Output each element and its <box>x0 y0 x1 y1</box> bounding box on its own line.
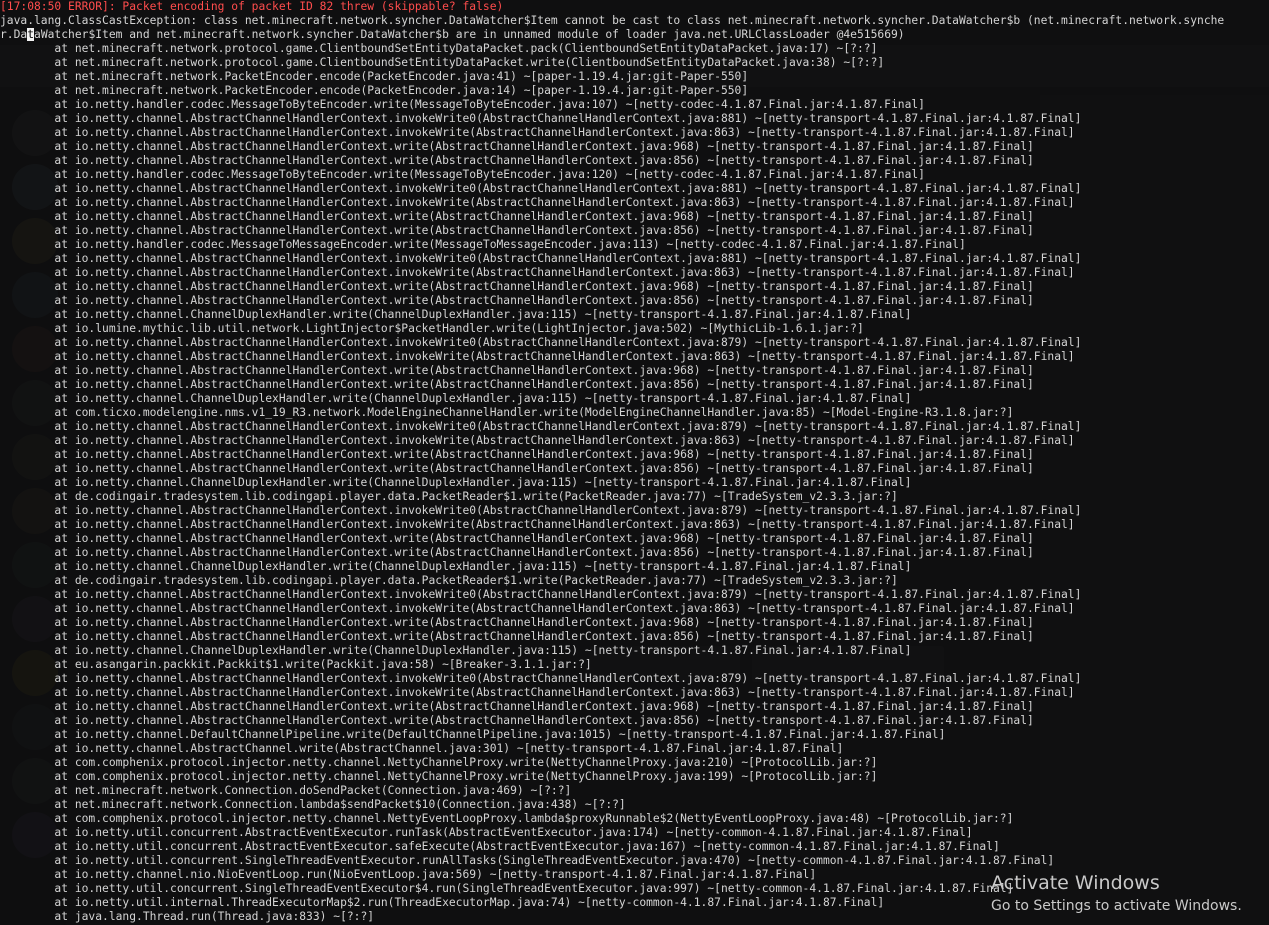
exception-text: r.Da <box>0 28 28 41</box>
stack-frame-line: at io.netty.channel.ChannelDuplexHandler… <box>0 560 912 573</box>
stack-frame-line: at io.netty.channel.nio.NioEventLoop.run… <box>0 868 817 881</box>
stack-frame-line: at io.netty.channel.AbstractChannelHandl… <box>0 294 1034 307</box>
stack-frame-line: at io.netty.channel.AbstractChannelHandl… <box>0 336 1082 349</box>
stack-frame-line: at net.minecraft.network.protocol.game.C… <box>0 42 878 55</box>
stack-frame-line: at io.netty.channel.AbstractChannelHandl… <box>0 602 1075 615</box>
stack-frame-line: at io.netty.channel.AbstractChannelHandl… <box>0 434 1075 447</box>
error-header-line: [17:08:50 ERROR]: Packet encoding of pac… <box>0 0 504 13</box>
text-cursor: t <box>27 28 35 41</box>
stack-frame-line: at io.netty.channel.AbstractChannelHandl… <box>0 700 1034 713</box>
stack-frame-line: at net.minecraft.network.Connection.doSe… <box>0 784 572 797</box>
stack-frame-line: at io.netty.channel.ChannelDuplexHandler… <box>0 308 912 321</box>
stack-frame-line: at io.netty.channel.AbstractChannelHandl… <box>0 140 1034 153</box>
stack-frame-line: at com.comphenix.protocol.injector.netty… <box>0 812 1014 825</box>
stack-frame-line: at io.netty.channel.ChannelDuplexHandler… <box>0 392 912 405</box>
exception-line: java.lang.ClassCastException: class net.… <box>0 14 1225 27</box>
stack-frame-line: at java.lang.Thread.run(Thread.java:833)… <box>0 910 375 923</box>
stack-frame-line: at com.comphenix.protocol.injector.netty… <box>0 756 878 769</box>
stack-frame-line: at io.netty.channel.AbstractChannelHandl… <box>0 350 1075 363</box>
stack-frame-line: at io.netty.channel.AbstractChannelHandl… <box>0 112 1082 125</box>
stack-frame-line: at de.codingair.tradesystem.lib.codingap… <box>0 574 898 587</box>
stack-frame-line: at net.minecraft.network.protocol.game.C… <box>0 56 885 69</box>
stack-frame-line: at io.netty.channel.AbstractChannelHandl… <box>0 252 1082 265</box>
stack-frame-line: at io.netty.channel.AbstractChannelHandl… <box>0 462 1034 475</box>
stack-frame-line: at io.netty.channel.AbstractChannelHandl… <box>0 630 1034 643</box>
stack-frame-line: at io.netty.channel.AbstractChannelHandl… <box>0 378 1034 391</box>
stack-frame-line: at io.netty.channel.AbstractChannelHandl… <box>0 196 1075 209</box>
stack-frame-line: at io.netty.util.internal.ThreadExecutor… <box>0 896 885 909</box>
watermark-title: Activate Windows <box>991 872 1160 894</box>
stack-frame-line: at io.netty.util.concurrent.SingleThread… <box>0 882 1014 895</box>
stack-frame-line: at io.netty.channel.AbstractChannelHandl… <box>0 210 1034 223</box>
watermark-subtitle: Go to Settings to activate Windows. <box>991 898 1242 914</box>
stack-frame-line: at io.lumine.mythic.lib.util.network.Lig… <box>0 322 864 335</box>
stack-frame-line: at io.netty.channel.AbstractChannelHandl… <box>0 686 1075 699</box>
stack-frame-line: at io.netty.channel.AbstractChannelHandl… <box>0 126 1075 139</box>
stack-frame-line: at io.netty.channel.AbstractChannelHandl… <box>0 224 1034 237</box>
stack-frame-line: at io.netty.channel.AbstractChannelHandl… <box>0 588 1082 601</box>
stack-frame-line: at com.comphenix.protocol.injector.netty… <box>0 770 878 783</box>
stack-frame-line: at io.netty.util.concurrent.AbstractEven… <box>0 840 1000 853</box>
stack-frame-line: at io.netty.channel.AbstractChannelHandl… <box>0 532 1034 545</box>
stack-frame-line: at io.netty.channel.AbstractChannelHandl… <box>0 182 1082 195</box>
stack-frame-line: at io.netty.channel.AbstractChannelHandl… <box>0 280 1034 293</box>
stack-frame-line: at io.netty.channel.AbstractChannelHandl… <box>0 518 1075 531</box>
stack-frame-line: at net.minecraft.network.PacketEncoder.e… <box>0 70 749 83</box>
stack-frame-line: at io.netty.handler.codec.MessageToMessa… <box>0 238 966 251</box>
exception-line-continued: r.DataWatcher$Item and net.minecraft.net… <box>0 28 905 42</box>
stack-frame-line: at io.netty.channel.AbstractChannelHandl… <box>0 420 1082 433</box>
stack-frame-line: at io.netty.channel.AbstractChannelHandl… <box>0 546 1034 559</box>
stack-frame-line: at io.netty.channel.AbstractChannelHandl… <box>0 714 1034 727</box>
stack-frame-line: at io.netty.handler.codec.MessageToByteE… <box>0 98 925 111</box>
windows-activation-watermark: Activate Windows Go to Settings to activ… <box>991 872 1242 916</box>
stack-frame-line: at io.netty.channel.AbstractChannelHandl… <box>0 504 1082 517</box>
stack-frame-line: at net.minecraft.network.Connection.lamb… <box>0 798 626 811</box>
exception-text: aWatcher$Item and net.minecraft.network.… <box>34 28 905 41</box>
stack-frame-line: at com.ticxo.modelengine.nms.v1_19_R3.ne… <box>0 406 1014 419</box>
stack-frame-line: at io.netty.channel.AbstractChannelHandl… <box>0 266 1075 279</box>
stack-frame-line: at io.netty.channel.AbstractChannelHandl… <box>0 448 1034 461</box>
stack-frame-line: at io.netty.channel.AbstractChannelHandl… <box>0 364 1034 377</box>
stack-frame-line: at net.minecraft.network.PacketEncoder.e… <box>0 84 749 97</box>
stack-frame-line: at io.netty.channel.AbstractChannelHandl… <box>0 154 1034 167</box>
stack-frame-line: at io.netty.channel.AbstractChannelHandl… <box>0 616 1034 629</box>
stack-frame-line: at io.netty.handler.codec.MessageToByteE… <box>0 168 925 181</box>
stack-frame-line: at eu.asangarin.packkit.Packkit$1.write(… <box>0 658 592 671</box>
terminal-console[interactable]: [17:08:50 ERROR]: Packet encoding of pac… <box>0 0 1269 925</box>
stack-frame-line: at io.netty.channel.ChannelDuplexHandler… <box>0 644 912 657</box>
stack-frame-line: at io.netty.channel.ChannelDuplexHandler… <box>0 476 912 489</box>
stack-frame-line: at io.netty.channel.AbstractChannel.writ… <box>0 742 844 755</box>
stack-frame-line: at io.netty.util.concurrent.AbstractEven… <box>0 826 973 839</box>
stack-frame-line: at de.codingair.tradesystem.lib.codingap… <box>0 490 898 503</box>
stack-frame-line: at io.netty.channel.AbstractChannelHandl… <box>0 672 1082 685</box>
stack-frame-line: at io.netty.util.concurrent.SingleThread… <box>0 854 1055 867</box>
stack-frame-line: at io.netty.channel.DefaultChannelPipeli… <box>0 728 946 741</box>
